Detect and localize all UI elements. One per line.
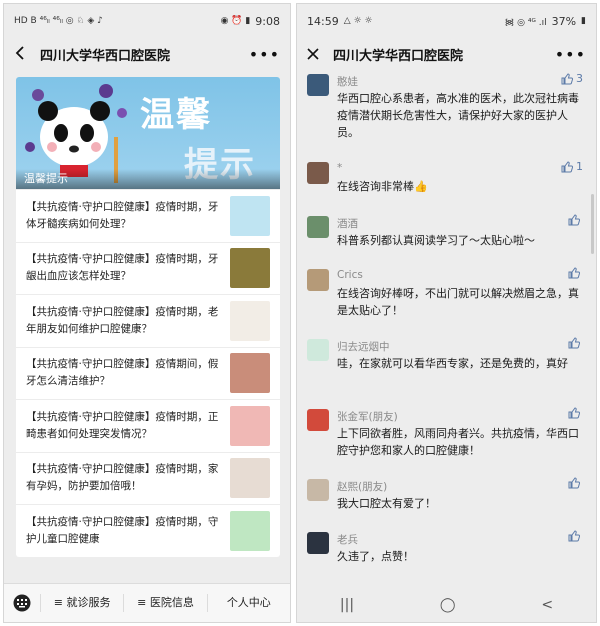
battery-percent: 37%: [551, 14, 577, 28]
commenter-name: 归去远烟中: [337, 341, 390, 353]
close-icon[interactable]: [307, 44, 325, 65]
article-thumbnail: [230, 248, 270, 289]
menu-personal-center[interactable]: 个人中心: [206, 594, 290, 612]
back-icon[interactable]: <: [541, 597, 553, 613]
article-title: 【共抗疫情·守护口腔健康】疫情时期，守护儿童口腔健康: [26, 515, 219, 545]
article-title: 【共抗疫情·守护口腔健康】疫情时期，牙龈出血应该怎样处理？: [26, 253, 219, 283]
article-title: 【共抗疫情·守护口腔健康】疫情时期，家有孕妈，防护要加倍哦！: [26, 463, 219, 493]
like-button[interactable]: 3: [561, 72, 583, 85]
article-thumbnail: [230, 458, 270, 499]
article-title: 【共抗疫情·守护口腔健康】疫情时期，老年朋友如何维护口腔健康？: [26, 305, 219, 335]
comment-text: 在线咨询非常棒👍: [337, 180, 428, 193]
thumb-up-icon: [568, 407, 580, 419]
status-time: 14:59: [307, 14, 339, 28]
like-button[interactable]: 1: [561, 160, 583, 173]
status-left-icons: HD B ⁴⁶ₗₗ ⁴⁶ₗₗ ◎ ♘ ◈ ♪: [14, 16, 103, 26]
article-item[interactable]: 【共抗疫情·守护口腔健康】疫情时期，牙龈出血应该怎样处理？: [16, 241, 280, 295]
recent-apps-icon[interactable]: |||: [340, 597, 354, 613]
avatar[interactable]: [307, 479, 329, 501]
status-left-icons: △ ☼ ☼: [343, 16, 373, 26]
comment-text: 哇，在家就可以看华西专家，还是免费的，真好: [337, 357, 568, 370]
commenter-name: 憨娃: [337, 76, 358, 88]
more-icon[interactable]: •••: [555, 45, 586, 64]
avatar[interactable]: [307, 216, 329, 238]
article-thumbnail: [230, 353, 270, 394]
menu-hospital-info[interactable]: ≡ 医院信息: [123, 594, 206, 612]
like-button[interactable]: [568, 214, 583, 226]
article-title: 【共抗疫情·守护口腔健康】疫情时期，正畸患者如何处理突发情况？: [26, 410, 219, 440]
bottom-menu: ≡ 就诊服务 ≡ 医院信息 个人中心: [4, 583, 290, 622]
like-count: 1: [576, 160, 583, 173]
battery-icon: ▮: [581, 16, 586, 26]
left-phone-screen: HD B ⁴⁶ₗₗ ⁴⁶ₗₗ ◎ ♘ ◈ ♪ ◉ ⏰ ▮ 9:08 四川大学华西…: [3, 3, 291, 623]
banner-caption: 温馨提示: [16, 169, 280, 189]
menu-clinic-service[interactable]: ≡ 就诊服务: [40, 594, 123, 612]
avatar[interactable]: [307, 339, 329, 361]
avatar[interactable]: [307, 269, 329, 291]
like-button[interactable]: [568, 477, 583, 489]
status-time: 9:08: [255, 14, 280, 28]
commenter-name: 赵熙(朋友): [337, 481, 388, 493]
avatar[interactable]: [307, 409, 329, 431]
scrollbar[interactable]: [591, 194, 594, 254]
commenter-name: Crics: [337, 269, 363, 281]
like-button[interactable]: [568, 407, 583, 419]
comment-text: 我大口腔太有爱了！: [337, 497, 436, 510]
article-card: 温馨 提示 温馨提示 【共抗疫情·守护口腔健康】疫情时期，牙体牙髓疾病如何处理？…: [16, 77, 280, 557]
article-thumbnail: [230, 405, 270, 446]
avatar[interactable]: [307, 532, 329, 554]
like-button[interactable]: [568, 337, 583, 349]
thumb-up-icon: [568, 267, 580, 279]
avatar[interactable]: [307, 74, 329, 96]
back-arrow-icon[interactable]: [14, 44, 32, 65]
comment-text: 在线咨询好棒呀，不出门就可以解决燃眉之急，真是太贴心了！: [337, 287, 579, 317]
comment-text: 久违了，点赞！: [337, 550, 414, 563]
page-title: 四川大学华西口腔医院: [40, 48, 171, 64]
nav-bar: 四川大学华西口腔医院 •••: [4, 38, 290, 70]
thumb-up-icon: [568, 530, 580, 542]
more-icon[interactable]: •••: [249, 45, 280, 64]
keyboard-icon[interactable]: [4, 594, 40, 612]
article-item[interactable]: 【共抗疫情·守护口腔健康】疫情时期，家有孕妈，防护要加倍哦！: [16, 451, 280, 505]
article-title: 【共抗疫情·守护口腔健康】疫情时期，牙体牙髓疾病如何处理？: [26, 200, 219, 230]
status-bar: HD B ⁴⁶ₗₗ ⁴⁶ₗₗ ◎ ♘ ◈ ♪ ◉ ⏰ ▮ 9:08: [4, 4, 290, 38]
commenter-name: 张金军(朋友): [337, 411, 398, 423]
comment-text: 上下同欲者胜，风雨同舟者兴。共抗疫情，华西口腔守护您和家人的口腔健康！: [337, 427, 579, 457]
status-right-icons: ᯼ ◎ ⁴ᴳ .ıl: [504, 17, 547, 28]
comment-text: 科普系列都认真阅读学习了～太贴心啦～: [337, 234, 535, 247]
status-bar: 14:59 △ ☼ ☼ ᯼ ◎ ⁴ᴳ .ıl 37% ▮: [297, 4, 596, 38]
banner-title-1: 温馨: [140, 95, 212, 135]
commenter-name: 老兵: [337, 534, 358, 546]
article-thumbnail: [230, 300, 270, 341]
like-button[interactable]: [568, 530, 583, 542]
article-item[interactable]: 【共抗疫情·守护口腔健康】疫情时期，老年朋友如何维护口腔健康？: [16, 294, 280, 347]
system-nav-bar: ||| ◯ <: [297, 588, 596, 622]
nav-bar: 四川大学华西口腔医院 •••: [297, 38, 596, 70]
thumb-up-icon: [568, 214, 580, 226]
article-item[interactable]: 【共抗疫情·守护口腔健康】疫情时期，正畸患者如何处理突发情况？: [16, 399, 280, 452]
thumb-up-icon: [561, 160, 573, 172]
like-button[interactable]: [568, 267, 583, 279]
article-item[interactable]: 【共抗疫情·守护口腔健康】疫情期间，假牙怎么清洁维护？: [16, 346, 280, 400]
thumb-up-icon: [568, 337, 580, 349]
status-right-icons: ◉ ⏰ ▮: [220, 16, 251, 26]
comment-text: 华西口腔心系患者，高水准的医术，此次冠社病毒疫情潜伏期长危害性大，请保护好大家的…: [337, 92, 579, 139]
like-count: 3: [576, 72, 583, 85]
banner-image[interactable]: 温馨 提示 温馨提示: [16, 77, 280, 189]
article-thumbnail: [230, 195, 270, 236]
page-title: 四川大学华西口腔医院: [333, 48, 464, 64]
article-item[interactable]: 【共抗疫情·守护口腔健康】疫情时期，牙体牙髓疾病如何处理？: [16, 189, 280, 242]
article-title: 【共抗疫情·守护口腔健康】疫情期间，假牙怎么清洁维护？: [26, 358, 219, 388]
home-icon[interactable]: ◯: [440, 597, 456, 613]
avatar[interactable]: [307, 162, 329, 184]
thumb-up-icon: [561, 72, 573, 84]
article-thumbnail: [230, 510, 270, 551]
commenter-name: *: [337, 162, 343, 174]
thumb-up-icon: [568, 477, 580, 489]
article-list: 【共抗疫情·守护口腔健康】疫情时期，牙体牙髓疾病如何处理？ 【共抗疫情·守护口腔健…: [16, 189, 280, 557]
right-phone-screen: 14:59 △ ☼ ☼ ᯼ ◎ ⁴ᴳ .ıl 37% ▮ 四川大学华西口腔医院 …: [296, 3, 597, 623]
article-item[interactable]: 【共抗疫情·守护口腔健康】疫情时期，守护儿童口腔健康: [16, 504, 280, 557]
commenter-name: 酒酒: [337, 218, 358, 230]
